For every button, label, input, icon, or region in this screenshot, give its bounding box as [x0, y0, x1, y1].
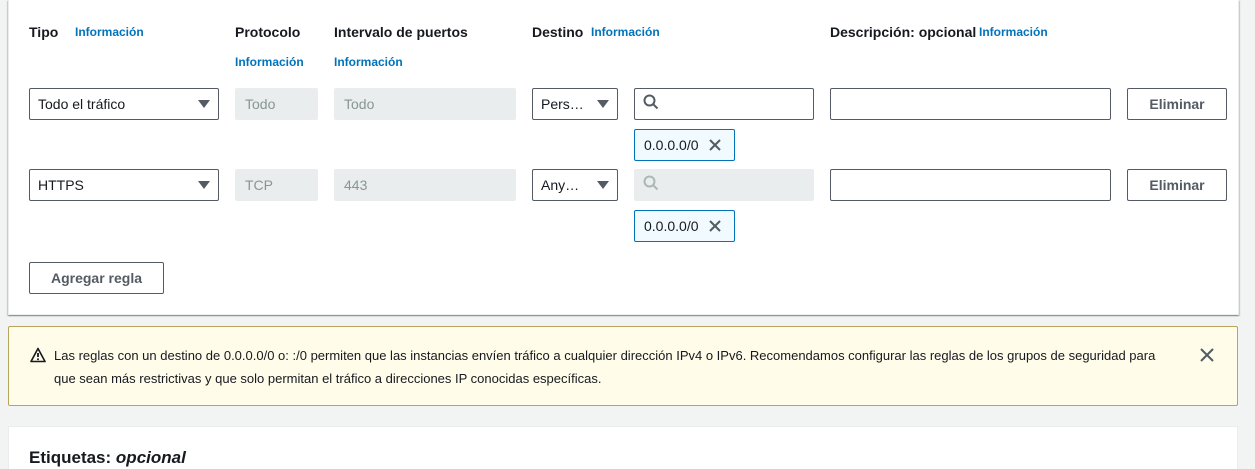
info-link-protocolo[interactable]: Información	[235, 55, 304, 69]
eliminar-button[interactable]: Eliminar	[1127, 169, 1227, 201]
cidr-token-label: 0.0.0.0/0	[644, 137, 699, 153]
token-remove-icon[interactable]	[708, 138, 722, 152]
close-icon[interactable]	[1200, 348, 1214, 367]
destino-select-value: Any…	[541, 177, 580, 193]
add-rule-button[interactable]: Agregar regla	[29, 262, 164, 294]
tipo-select[interactable]: HTTPS	[29, 169, 219, 201]
protocolo-field: Todo	[235, 88, 318, 120]
warning-text: Las reglas con un destino de 0.0.0.0/0 o…	[54, 348, 1156, 386]
cidr-token-label: 0.0.0.0/0	[644, 218, 699, 234]
warning-alert: Las reglas con un destino de 0.0.0.0/0 o…	[8, 326, 1238, 406]
header-destino: Destino	[532, 24, 584, 40]
caret-down-icon	[198, 181, 210, 189]
protocolo-value: TCP	[245, 177, 273, 193]
tags-panel: Etiquetas: opcional	[8, 426, 1238, 469]
puertos-field: Todo	[334, 88, 516, 120]
inbound-rules-panel: Tipo Información Protocolo Información I…	[8, 0, 1239, 315]
header-tipo: Tipo	[29, 24, 59, 40]
destination-search-input	[634, 169, 814, 201]
protocolo-value: Todo	[245, 96, 276, 112]
puertos-value: 443	[344, 177, 368, 193]
header-intervalo-puertos: Intervalo de puertos	[334, 24, 468, 40]
info-link-tipo[interactable]: Información	[75, 25, 144, 39]
cidr-token: 0.0.0.0/0	[634, 210, 735, 242]
caret-down-icon	[597, 100, 609, 108]
caret-down-icon	[198, 100, 210, 108]
puertos-field: 443	[334, 169, 516, 201]
search-icon	[643, 175, 659, 196]
token-remove-icon[interactable]	[708, 219, 722, 233]
destination-search-input[interactable]	[634, 88, 814, 120]
eliminar-button[interactable]: Eliminar	[1127, 88, 1227, 120]
destino-select-value: Pers…	[541, 96, 584, 112]
tags-title-optional: opcional	[115, 448, 186, 467]
tipo-select[interactable]: Todo el tráfico	[29, 88, 219, 120]
caret-down-icon	[597, 181, 609, 189]
tipo-select-value: HTTPS	[38, 177, 84, 193]
search-icon	[643, 94, 659, 115]
warning-icon	[30, 347, 46, 368]
destino-select[interactable]: Pers…	[532, 88, 618, 120]
descripcion-input[interactable]	[830, 169, 1111, 201]
header-descripcion: Descripción: opcional	[830, 24, 977, 40]
header-protocolo: Protocolo	[235, 24, 301, 40]
descripcion-input[interactable]	[830, 88, 1111, 120]
cidr-token: 0.0.0.0/0	[634, 129, 735, 161]
tipo-select-value: Todo el tráfico	[38, 96, 126, 112]
tags-title: Etiquetas: opcional	[29, 448, 186, 468]
destino-select[interactable]: Any…	[532, 169, 618, 201]
info-link-descripcion[interactable]: Información	[979, 25, 1048, 39]
puertos-value: Todo	[344, 96, 375, 112]
info-link-intervalo[interactable]: Información	[334, 55, 403, 69]
protocolo-field: TCP	[235, 169, 318, 201]
tags-title-label: Etiquetas:	[29, 448, 112, 467]
info-link-destino[interactable]: Información	[591, 25, 660, 39]
